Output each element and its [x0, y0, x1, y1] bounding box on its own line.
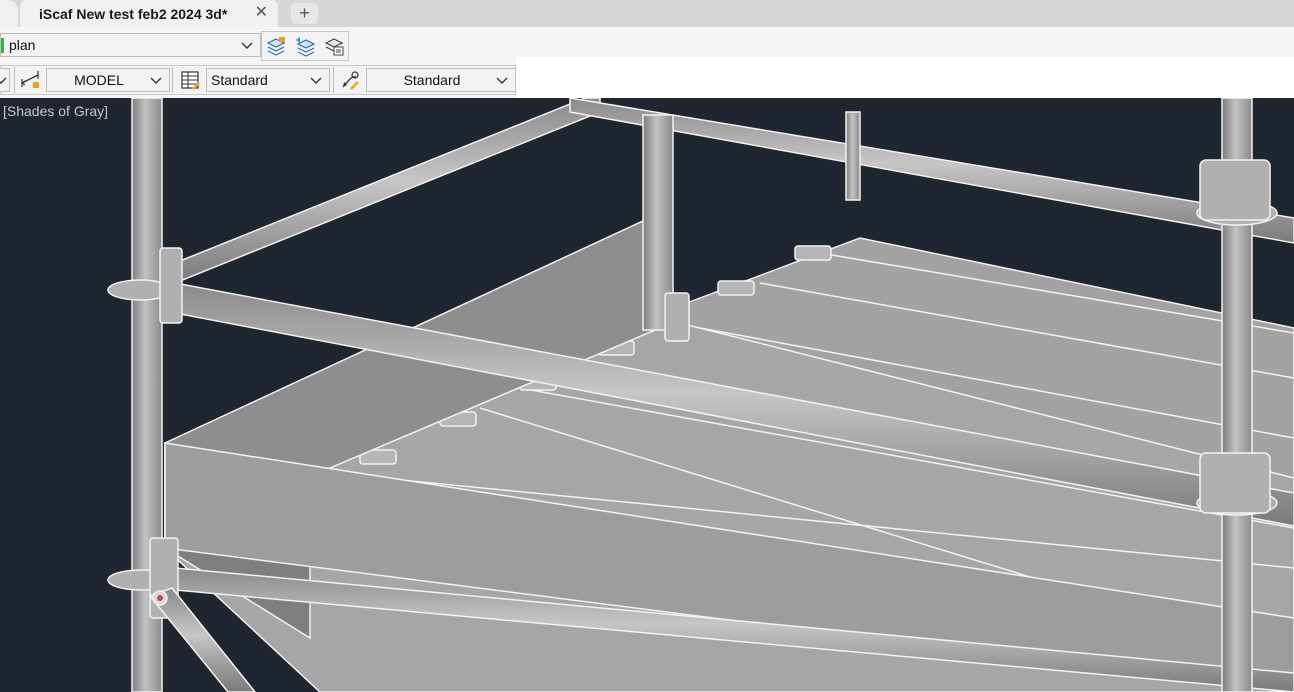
chevron-down-icon	[0, 77, 7, 84]
tab-document-active[interactable]: iScaf New test feb2 2024 3d* ✕	[20, 0, 278, 27]
dim-style-dropdown-tail[interactable]	[0, 68, 10, 92]
dimension-style-icon[interactable]	[17, 67, 43, 93]
toolbar-separator	[14, 67, 15, 93]
visual-style-label[interactable]: [Shades of Gray]	[3, 103, 108, 119]
close-icon[interactable]: ✕	[255, 3, 268, 23]
ribbon-panel: plan MODEL Standard Standard	[0, 27, 1294, 98]
chevron-down-icon	[310, 77, 322, 84]
top-ledger-left	[174, 98, 601, 285]
layer-match-icon[interactable]	[321, 33, 347, 59]
space-dropdown-value: MODEL	[74, 72, 124, 88]
multileader-style-icon[interactable]	[337, 67, 363, 93]
document-tab-bar: iScaf New test feb2 2024 3d* ✕ +	[0, 0, 1294, 27]
toolbar-separator	[172, 67, 173, 93]
previous-tab-edge[interactable]	[0, 0, 18, 27]
space-dropdown[interactable]: MODEL	[46, 68, 170, 92]
table-style-icon[interactable]	[177, 67, 203, 93]
scaffold-3d-model	[107, 98, 1294, 692]
layer-color-swatch	[1, 38, 4, 53]
table-style-value: Standard	[211, 72, 268, 88]
plus-icon: +	[299, 3, 310, 23]
layer-stack-icon[interactable]	[263, 33, 289, 59]
top-rail-back	[569, 98, 1294, 244]
table-style-dropdown[interactable]: Standard	[206, 68, 330, 92]
multileader-style-value: Standard	[403, 72, 461, 88]
drawing-viewport[interactable]: [Shades of Gray]	[0, 98, 1294, 692]
chevron-down-icon	[150, 77, 162, 84]
chevron-down-icon	[496, 77, 508, 84]
tab-title: iScaf New test feb2 2024 3d*	[39, 5, 228, 22]
chevron-down-icon	[241, 42, 253, 49]
toolbar-separator	[333, 67, 334, 93]
layer-previous-icon[interactable]	[292, 33, 318, 59]
new-tab-button[interactable]: +	[291, 3, 318, 24]
ribbon-empty-area	[516, 57, 1294, 98]
layer-dropdown[interactable]: plan	[0, 33, 261, 57]
multileader-style-dropdown[interactable]: Standard	[366, 68, 516, 92]
layer-dropdown-value: plan	[9, 37, 36, 53]
